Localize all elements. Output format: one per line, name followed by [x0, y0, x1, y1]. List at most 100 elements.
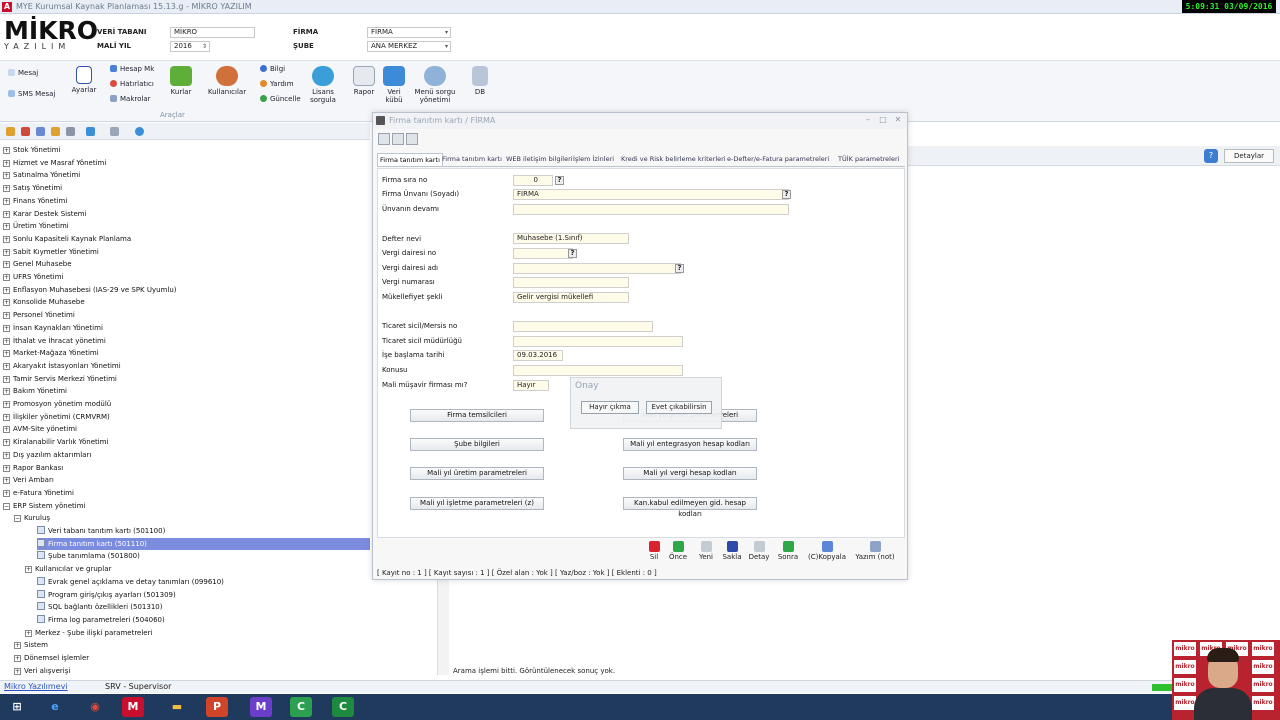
ticaret-mudurlugu-input[interactable] [513, 336, 683, 347]
tree-leaf[interactable]: Şube tanımlama (501800) [37, 550, 140, 562]
form-icon[interactable] [37, 526, 45, 534]
favorite-icon[interactable] [51, 127, 60, 136]
ise-baslama-input[interactable]: 09.03.2016 [513, 350, 563, 361]
hatirlatici-button[interactable]: Hatırlatıcı [110, 80, 154, 88]
expand-icon[interactable]: + [25, 629, 32, 637]
form-icon[interactable] [37, 602, 45, 611]
action-button[interactable]: Detay [746, 539, 772, 563]
tree-node[interactable]: + Konsolide Muhasebe [3, 296, 85, 308]
tree-node[interactable]: + AVM-Site yönetimi [3, 423, 77, 435]
expand-icon[interactable]: + [3, 159, 10, 167]
expand-icon[interactable]: + [3, 489, 10, 497]
print-icon[interactable] [378, 133, 390, 145]
tree-node[interactable]: + Promosyon yönetim modülü [3, 398, 111, 410]
db-button[interactable]: DB [468, 66, 492, 96]
unvan-devami-input[interactable] [513, 204, 789, 215]
tree-leaf[interactable]: Program giriş/çıkış ayarları (501309) [37, 589, 176, 601]
tree-node[interactable]: + Market-Mağaza Yönetimi [3, 347, 99, 359]
form-icon[interactable] [37, 538, 45, 547]
save-icon[interactable] [392, 133, 404, 145]
tree-node[interactable]: + İthalat ve İhracat yönetimi [3, 335, 106, 347]
vergi-numarasi-input[interactable] [513, 277, 629, 288]
sube-select[interactable]: ANA MERKEZ ▾ [367, 41, 451, 52]
mikro-app-icon[interactable]: M [122, 697, 144, 717]
tab-edefter[interactable]: e-Defter/e-Fatura parametreleri [725, 153, 831, 166]
mikro-link[interactable]: Mikro Yazılımevi [4, 682, 68, 691]
expand-icon[interactable]: + [3, 185, 10, 193]
lookup-icon[interactable]: ? [782, 190, 791, 199]
expand-icon[interactable]: + [3, 439, 10, 447]
lookup-icon[interactable]: ? [555, 176, 564, 185]
tree-node[interactable]: + Finans Yönetimi [3, 195, 67, 207]
action-button[interactable]: Önce [665, 539, 691, 563]
expand-icon[interactable]: + [14, 667, 21, 675]
firma-select[interactable]: FİRMA ▾ [367, 27, 451, 38]
expand-icon[interactable]: + [3, 261, 10, 269]
mali-yil-entegrasyon-button[interactable]: Mali yıl entegrasyon hesap kodları [623, 438, 757, 451]
expand-icon[interactable]: + [3, 464, 10, 472]
folder-icon[interactable]: ▬ [166, 697, 188, 717]
collapse-icon[interactable]: − [14, 515, 21, 523]
settings-icon[interactable] [86, 127, 95, 136]
powerpoint-icon[interactable]: P [206, 697, 228, 717]
yardim-button[interactable]: Yardım [260, 80, 294, 88]
expand-icon[interactable]: + [3, 426, 10, 434]
tab-tuik[interactable]: TÜİK parametreleri [836, 153, 901, 166]
tree-node[interactable]: + Sonlu Kapasiteli Kaynak Planlama [3, 233, 131, 245]
defter-nevi-select[interactable]: Muhasebe (1.Sınıf) [513, 233, 629, 244]
camtasia-icon[interactable]: C [290, 697, 312, 717]
expand-icon[interactable]: + [3, 324, 10, 332]
form-icon[interactable] [37, 614, 45, 623]
menu-sorgu-button[interactable]: Menü sorgu yönetimi [412, 66, 458, 104]
tree-node[interactable]: + Dönemsel işlemler [14, 652, 89, 664]
tree-leaf[interactable]: Veri tabanı tanıtım kartı (501100) [37, 525, 165, 537]
guncelle-button[interactable]: Güncelle [260, 95, 301, 103]
mesaj-button[interactable]: Mesaj [8, 69, 38, 77]
expand-icon[interactable]: + [3, 210, 10, 218]
expand-icon[interactable]: + [3, 274, 10, 281]
bilgi-button[interactable]: Bilgi [260, 65, 285, 73]
help-icon[interactable]: ? [1204, 149, 1218, 163]
tree-node[interactable]: + Merkez - Şube ilişki parametreleri [25, 627, 152, 639]
tree-node[interactable]: + Sabit Kıymetler Yönetimi [3, 246, 99, 258]
ayarlar-button[interactable]: Ayarlar [70, 66, 98, 94]
expand-icon[interactable] [6, 127, 15, 136]
action-button[interactable]: Sonra [775, 539, 801, 563]
tree-leaf[interactable]: Firma tanıtım kartı (501110) [37, 537, 370, 550]
tab-kredi-risk[interactable]: Kredi ve Risk belirleme kriterleri [619, 153, 728, 166]
chrome-icon[interactable]: ◉ [84, 697, 106, 717]
mali-yil-field[interactable]: 2016 ⇕ [170, 41, 210, 52]
ticaret-sicil-input[interactable] [513, 321, 653, 332]
tree-node[interactable]: + Bakım Yönetimi [3, 385, 67, 397]
export-icon[interactable] [406, 133, 418, 145]
firma-sira-no-input[interactable]: 0 [513, 175, 553, 186]
refresh-icon[interactable] [135, 127, 144, 136]
veri-kubu-button[interactable]: Veri kübü [380, 66, 408, 104]
tree-node[interactable]: + Satış Yönetimi [3, 182, 62, 194]
tree-node[interactable]: + Sistem [14, 639, 48, 651]
tree-node[interactable]: + Stok Yönetimi [3, 144, 61, 156]
tree-node[interactable]: + İlişkiler yönetimi (CRMVRM) [3, 411, 110, 423]
ie-icon[interactable]: e [44, 697, 66, 717]
minimize-icon[interactable]: – [863, 115, 873, 125]
expand-icon[interactable]: + [14, 655, 21, 662]
tree-node[interactable]: + Satınalma Yönetimi [3, 169, 80, 181]
tree-node[interactable]: + İnsan Kaynakları Yönetimi [3, 322, 103, 334]
tree-leaf[interactable]: Firma log parametreleri (504060) [37, 614, 165, 626]
collapse-icon[interactable]: − [3, 502, 10, 510]
tab-islem-izinleri[interactable]: İşlem İzinleri [571, 153, 616, 166]
expand-icon[interactable]: + [3, 401, 10, 408]
firma-temsilcileri-button[interactable]: Firma temsilcileri [410, 409, 544, 422]
mali-yil-uretim-button[interactable]: Mali yıl üretim parametreleri [410, 467, 544, 480]
mali-yil-vergi-button[interactable]: Mali yıl vergi hesap kodları [623, 467, 757, 480]
mikro-tool-icon[interactable]: M [250, 697, 272, 717]
expand-icon[interactable]: + [3, 248, 10, 256]
expand-icon[interactable]: + [3, 312, 10, 320]
tree-node[interactable]: + e-Fatura Yönetimi [3, 487, 74, 499]
tab-firma-tanitim-2[interactable]: Firma tanıtım kartı [440, 153, 504, 166]
windows-start-icon[interactable]: ⊞ [6, 697, 28, 717]
lock-icon[interactable] [66, 127, 75, 136]
expand-icon[interactable]: + [25, 566, 32, 574]
tree-node[interactable]: + Kiralanabilir Varlık Yönetimi [3, 436, 108, 448]
konusu-input[interactable] [513, 365, 683, 376]
